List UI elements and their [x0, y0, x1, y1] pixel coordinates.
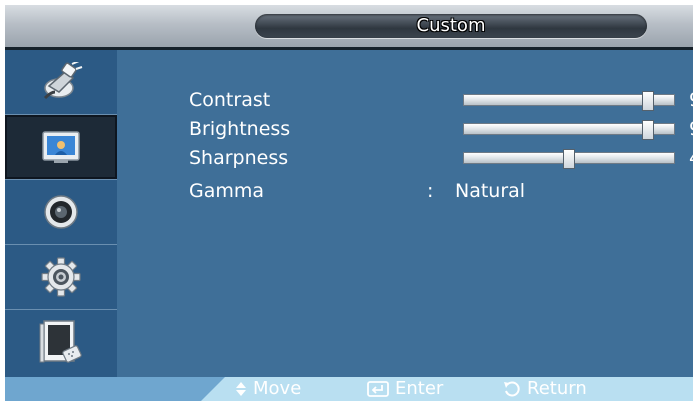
sidebar	[5, 50, 117, 377]
sidebar-item-sound[interactable]	[5, 180, 117, 244]
brightness-slider-thumb[interactable]	[642, 120, 654, 140]
brightness-slider[interactable]	[463, 120, 675, 140]
return-icon	[503, 380, 521, 398]
sidebar-item-setup[interactable]	[5, 245, 117, 309]
settings-panel: Contrast 90 Brightness 90 Sharpness 40 G…	[117, 50, 693, 377]
title-bar: Custom	[5, 5, 693, 47]
page-title: Custom	[416, 15, 486, 36]
plug-icon	[43, 62, 83, 100]
speaker-icon	[44, 195, 78, 229]
gamma-value[interactable]: Natural	[455, 178, 525, 204]
contrast-label: Contrast	[189, 89, 271, 111]
move-label: Move	[253, 378, 302, 399]
sidebar-item-input[interactable]	[5, 50, 117, 114]
contrast-value: 90	[689, 87, 693, 113]
gamma-separator: :	[427, 180, 434, 202]
gamma-row[interactable]: Gamma : Natural	[189, 178, 693, 206]
contrast-slider-thumb[interactable]	[642, 91, 654, 111]
sharpness-row[interactable]: Sharpness 40	[189, 145, 693, 173]
sharpness-label: Sharpness	[189, 147, 289, 169]
enter-icon	[367, 381, 389, 397]
footer-bar: Move Enter Return	[5, 377, 693, 401]
brightness-row[interactable]: Brightness 90	[189, 116, 693, 144]
sharpness-value: 40	[689, 145, 693, 171]
up-down-arrows-icon	[235, 381, 247, 397]
footer-highlight	[201, 377, 693, 401]
brightness-label: Brightness	[189, 118, 291, 140]
sharpness-slider-thumb[interactable]	[563, 149, 575, 169]
contrast-row[interactable]: Contrast 90	[189, 87, 693, 115]
move-hint: Move	[235, 377, 301, 401]
picture-icon	[42, 131, 80, 163]
osd-menu: Custom Contrast Brightness Sharpness Gam…	[5, 5, 693, 401]
return-hint: Return	[503, 377, 587, 401]
gear-icon	[41, 257, 81, 297]
contrast-slider[interactable]	[463, 91, 675, 111]
sidebar-item-picture[interactable]	[5, 115, 117, 179]
remote-icon	[39, 320, 82, 363]
sharpness-slider[interactable]	[463, 149, 675, 169]
return-label: Return	[527, 378, 587, 399]
enter-label: Enter	[395, 378, 444, 399]
brightness-value: 90	[689, 116, 693, 142]
gamma-label: Gamma	[189, 180, 265, 202]
enter-hint: Enter	[367, 377, 443, 401]
title-pill: Custom	[255, 14, 647, 38]
sidebar-item-multi-control[interactable]	[5, 310, 117, 374]
